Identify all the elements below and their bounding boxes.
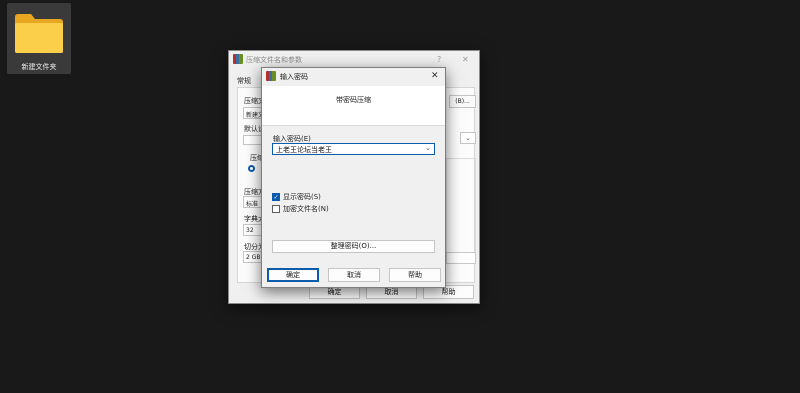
- checkbox-checked-icon[interactable]: ✓: [272, 193, 280, 201]
- title-bar[interactable]: 输入密码 ✕: [262, 68, 445, 86]
- winrar-icon: [233, 54, 243, 64]
- help-button[interactable]: 帮助: [389, 268, 441, 282]
- chevron-down-icon[interactable]: ⌄: [425, 144, 431, 152]
- enter-password-dialog: 输入密码 ✕ 带密码压缩 输入密码(E) 上老王论坛当老王 ⌄ ✓ 显示密码(S…: [261, 67, 446, 288]
- desktop-folder-new-folder[interactable]: 新建文件夹: [7, 3, 71, 74]
- profile-dropdown[interactable]: ⌄: [460, 132, 476, 144]
- dialog-title: 压缩文件名和参数: [246, 56, 302, 64]
- password-input[interactable]: 上老王论坛当老王 ⌄: [272, 143, 435, 155]
- close-icon[interactable]: ✕: [462, 55, 469, 64]
- close-icon[interactable]: ✕: [431, 71, 439, 81]
- dialog-header: 带密码压缩: [262, 86, 445, 126]
- winrar-icon: [266, 71, 276, 81]
- rar-radio[interactable]: [248, 165, 255, 172]
- show-password-checkbox[interactable]: ✓ 显示密码(S): [272, 192, 321, 202]
- encrypt-filenames-checkbox[interactable]: 加密文件名(N): [272, 204, 329, 214]
- checkbox-unchecked-icon[interactable]: [272, 205, 280, 213]
- param-field[interactable]: [446, 252, 476, 264]
- browse-button[interactable]: (B)...: [449, 95, 476, 108]
- password-value: 上老王论坛当老王: [276, 146, 332, 154]
- encrypt-filenames-label: 加密文件名(N): [283, 205, 329, 213]
- organize-passwords-button[interactable]: 整理密码(O)...: [272, 240, 435, 253]
- dialog-title: 输入密码: [280, 73, 308, 81]
- options-group: [446, 158, 476, 264]
- header-text: 带密码压缩: [336, 96, 371, 104]
- folder-icon: [15, 14, 63, 53]
- ok-button[interactable]: 确定: [267, 268, 319, 282]
- show-password-label: 显示密码(S): [283, 193, 321, 201]
- tab-general[interactable]: 常规: [237, 76, 251, 86]
- cancel-button[interactable]: 取消: [328, 268, 380, 282]
- folder-label: 新建文件夹: [21, 63, 57, 71]
- help-icon[interactable]: ?: [437, 55, 441, 64]
